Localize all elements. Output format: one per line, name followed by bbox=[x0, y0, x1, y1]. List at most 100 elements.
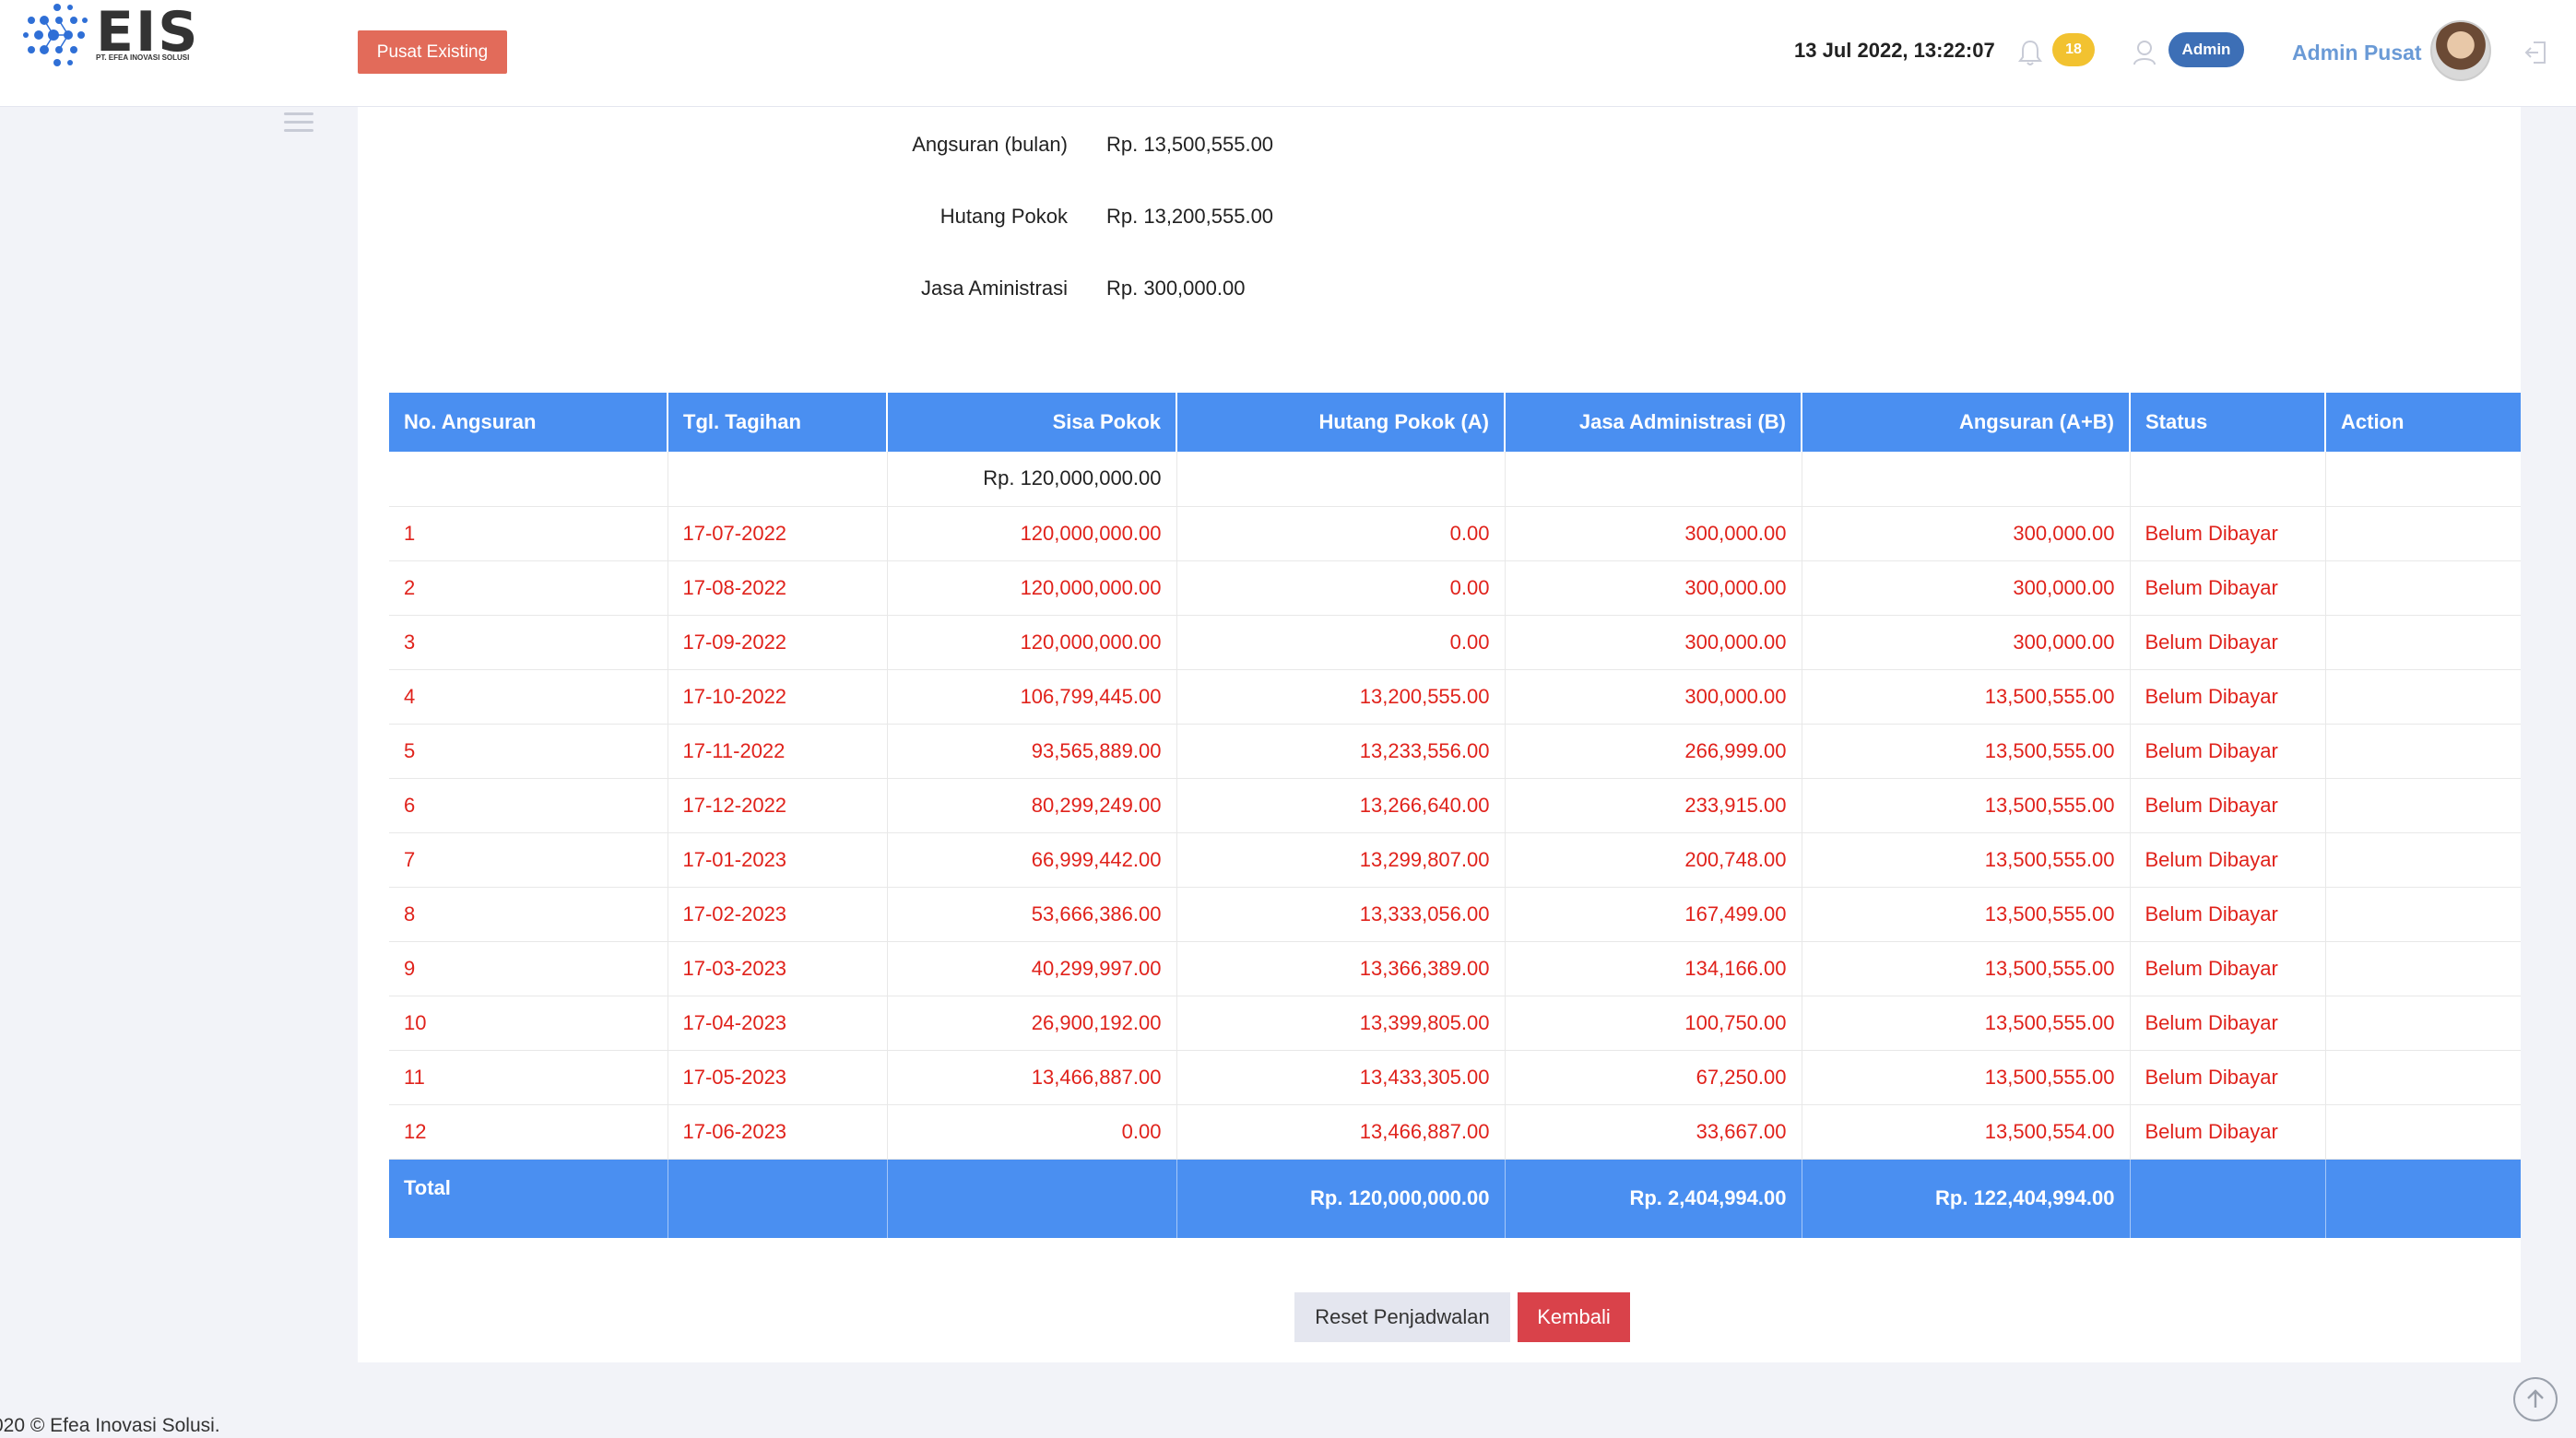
column-header-principal[interactable]: Hutang Pokok (A) bbox=[1176, 393, 1506, 452]
remaining-principal: 93,565,889.00 bbox=[887, 724, 1177, 779]
column-header-date[interactable]: Tgl. Tagihan bbox=[668, 393, 888, 452]
admin-fee: 67,250.00 bbox=[1505, 1050, 1802, 1105]
remaining-principal: 80,299,249.00 bbox=[887, 778, 1177, 833]
summary-value: Rp. 300,000.00 bbox=[1106, 277, 1246, 300]
role-badge: Admin bbox=[2168, 32, 2244, 67]
bill-date: 17-08-2022 bbox=[668, 560, 888, 616]
bell-icon[interactable] bbox=[2017, 39, 2043, 66]
remaining-principal: 26,900,192.00 bbox=[887, 996, 1177, 1051]
bill-date: 17-10-2022 bbox=[668, 669, 888, 725]
table-row: 10 17-04-2023 26,900,192.00 13,399,805.00 10… bbox=[389, 996, 2521, 1051]
column-header-status[interactable]: Status bbox=[2130, 393, 2326, 452]
table-row: 4 17-10-2022 106,799,445.00 13,200,555.00 30… bbox=[389, 669, 2521, 725]
reset-schedule-button[interactable]: Reset Penjadwalan bbox=[1294, 1292, 1510, 1342]
scroll-to-top-button[interactable] bbox=[2513, 1377, 2558, 1421]
column-header-no[interactable]: No. Angsuran bbox=[389, 393, 668, 452]
payment-status: Belum Dibayar bbox=[2130, 669, 2326, 725]
payment-status: Belum Dibayar bbox=[2130, 560, 2326, 616]
installment-number: 10 bbox=[389, 996, 668, 1051]
table-row: 9 17-03-2023 40,299,997.00 13,366,389.00 134… bbox=[389, 941, 2521, 996]
row-action-cell bbox=[2325, 941, 2521, 996]
admin-fee: 233,915.00 bbox=[1505, 778, 1802, 833]
remaining-principal: 53,666,386.00 bbox=[887, 887, 1177, 942]
column-header-action[interactable]: Action bbox=[2325, 393, 2521, 452]
row-action-cell bbox=[2325, 778, 2521, 833]
payment-status: Belum Dibayar bbox=[2130, 941, 2326, 996]
remaining-principal: 40,299,997.00 bbox=[887, 941, 1177, 996]
user-name[interactable]: Admin Pusat bbox=[2292, 41, 2422, 65]
installment-amount: 13,500,555.00 bbox=[1802, 1050, 2131, 1105]
opening-balance-row: Rp. 120,000,000.00 bbox=[389, 452, 2521, 507]
user-avatar[interactable] bbox=[2430, 20, 2491, 81]
table-row: 11 17-05-2023 13,466,887.00 13,433,305.00 67… bbox=[389, 1050, 2521, 1105]
branch-selector-button[interactable]: Pusat Existing bbox=[358, 30, 507, 74]
principal-amount: 13,266,640.00 bbox=[1176, 778, 1506, 833]
installment-amount: 13,500,555.00 bbox=[1802, 941, 2131, 996]
installment-number: 5 bbox=[389, 724, 668, 779]
table-total-row: Total Rp. 120,000,000.00 Rp. 2,404,994.0… bbox=[389, 1159, 2521, 1238]
admin-fee: 100,750.00 bbox=[1505, 996, 1802, 1051]
installment-amount: 13,500,555.00 bbox=[1802, 996, 2131, 1051]
payment-status: Belum Dibayar bbox=[2130, 1050, 2326, 1105]
row-action-cell bbox=[2325, 996, 2521, 1051]
row-action-cell bbox=[2325, 1104, 2521, 1160]
logout-icon[interactable] bbox=[2523, 39, 2550, 66]
installment-amount: 300,000.00 bbox=[1802, 615, 2131, 670]
arrow-up-icon bbox=[2527, 1389, 2544, 1408]
principal-amount: 0.00 bbox=[1176, 560, 1506, 616]
bill-date: 17-07-2022 bbox=[668, 506, 888, 561]
table-row: 6 17-12-2022 80,299,249.00 13,266,640.00 233… bbox=[389, 778, 2521, 833]
company-logo[interactable]: EIS PT. EFEA INOVASI SOLUSI bbox=[22, 2, 207, 68]
table-row: 3 17-09-2022 120,000,000.00 0.00 300,000.00 3… bbox=[389, 615, 2521, 670]
principal-amount: 13,399,805.00 bbox=[1176, 996, 1506, 1051]
column-header-remaining[interactable]: Sisa Pokok bbox=[887, 393, 1177, 452]
remaining-principal: 0.00 bbox=[887, 1104, 1177, 1160]
column-header-admin-fee[interactable]: Jasa Administrasi (B) bbox=[1505, 393, 1802, 452]
remaining-principal: 120,000,000.00 bbox=[887, 615, 1177, 670]
row-action-cell bbox=[2325, 887, 2521, 942]
installment-number: 6 bbox=[389, 778, 668, 833]
payment-status: Belum Dibayar bbox=[2130, 506, 2326, 561]
table-header-row: No. Angsuran Tgl. Tagihan Sisa Pokok Hut… bbox=[389, 393, 2521, 452]
logo-mark-icon bbox=[23, 4, 88, 66]
bill-date: 17-04-2023 bbox=[668, 996, 888, 1051]
principal-amount: 13,299,807.00 bbox=[1176, 832, 1506, 888]
bill-date: 17-02-2023 bbox=[668, 887, 888, 942]
installment-amount: 13,500,555.00 bbox=[1802, 832, 2131, 888]
remaining-principal: 106,799,445.00 bbox=[887, 669, 1177, 725]
back-button[interactable]: Kembali bbox=[1518, 1292, 1630, 1342]
payment-status: Belum Dibayar bbox=[2130, 996, 2326, 1051]
column-header-installment[interactable]: Angsuran (A+B) bbox=[1802, 393, 2131, 452]
table-row: 12 17-06-2023 0.00 13,466,887.00 33,667.00 13… bbox=[389, 1104, 2521, 1160]
user-icon bbox=[2133, 41, 2156, 65]
row-action-cell bbox=[2325, 1050, 2521, 1105]
row-action-cell bbox=[2325, 615, 2521, 670]
total-installment: Rp. 122,404,994.00 bbox=[1802, 1159, 2131, 1238]
admin-fee: 200,748.00 bbox=[1505, 832, 1802, 888]
row-action-cell bbox=[2325, 560, 2521, 616]
total-principal: Rp. 120,000,000.00 bbox=[1176, 1159, 1506, 1238]
installment-number: 7 bbox=[389, 832, 668, 888]
notification-count-badge[interactable]: 18 bbox=[2052, 33, 2095, 66]
bill-date: 17-03-2023 bbox=[668, 941, 888, 996]
row-action-cell bbox=[2325, 669, 2521, 725]
summary-label: Angsuran (bulan) bbox=[912, 133, 1068, 156]
payment-status: Belum Dibayar bbox=[2130, 887, 2326, 942]
row-action-cell bbox=[2325, 832, 2521, 888]
bill-date: 17-11-2022 bbox=[668, 724, 888, 779]
table-row: 7 17-01-2023 66,999,442.00 13,299,807.00 200… bbox=[389, 832, 2521, 888]
payment-status: Belum Dibayar bbox=[2130, 832, 2326, 888]
summary-label: Jasa Aministrasi bbox=[921, 277, 1068, 300]
hamburger-menu-icon[interactable] bbox=[284, 112, 313, 133]
admin-fee: 134,166.00 bbox=[1505, 941, 1802, 996]
principal-amount: 13,200,555.00 bbox=[1176, 669, 1506, 725]
principal-amount: 13,466,887.00 bbox=[1176, 1104, 1506, 1160]
installment-number: 8 bbox=[389, 887, 668, 942]
installment-number: 1 bbox=[389, 506, 668, 561]
installment-amount: 300,000.00 bbox=[1802, 506, 2131, 561]
installment-amount: 13,500,555.00 bbox=[1802, 887, 2131, 942]
admin-fee: 300,000.00 bbox=[1505, 560, 1802, 616]
top-bar: EIS PT. EFEA INOVASI SOLUSI Pusat Existi… bbox=[0, 0, 2576, 107]
bill-date: 17-06-2023 bbox=[668, 1104, 888, 1160]
principal-amount: 13,433,305.00 bbox=[1176, 1050, 1506, 1105]
